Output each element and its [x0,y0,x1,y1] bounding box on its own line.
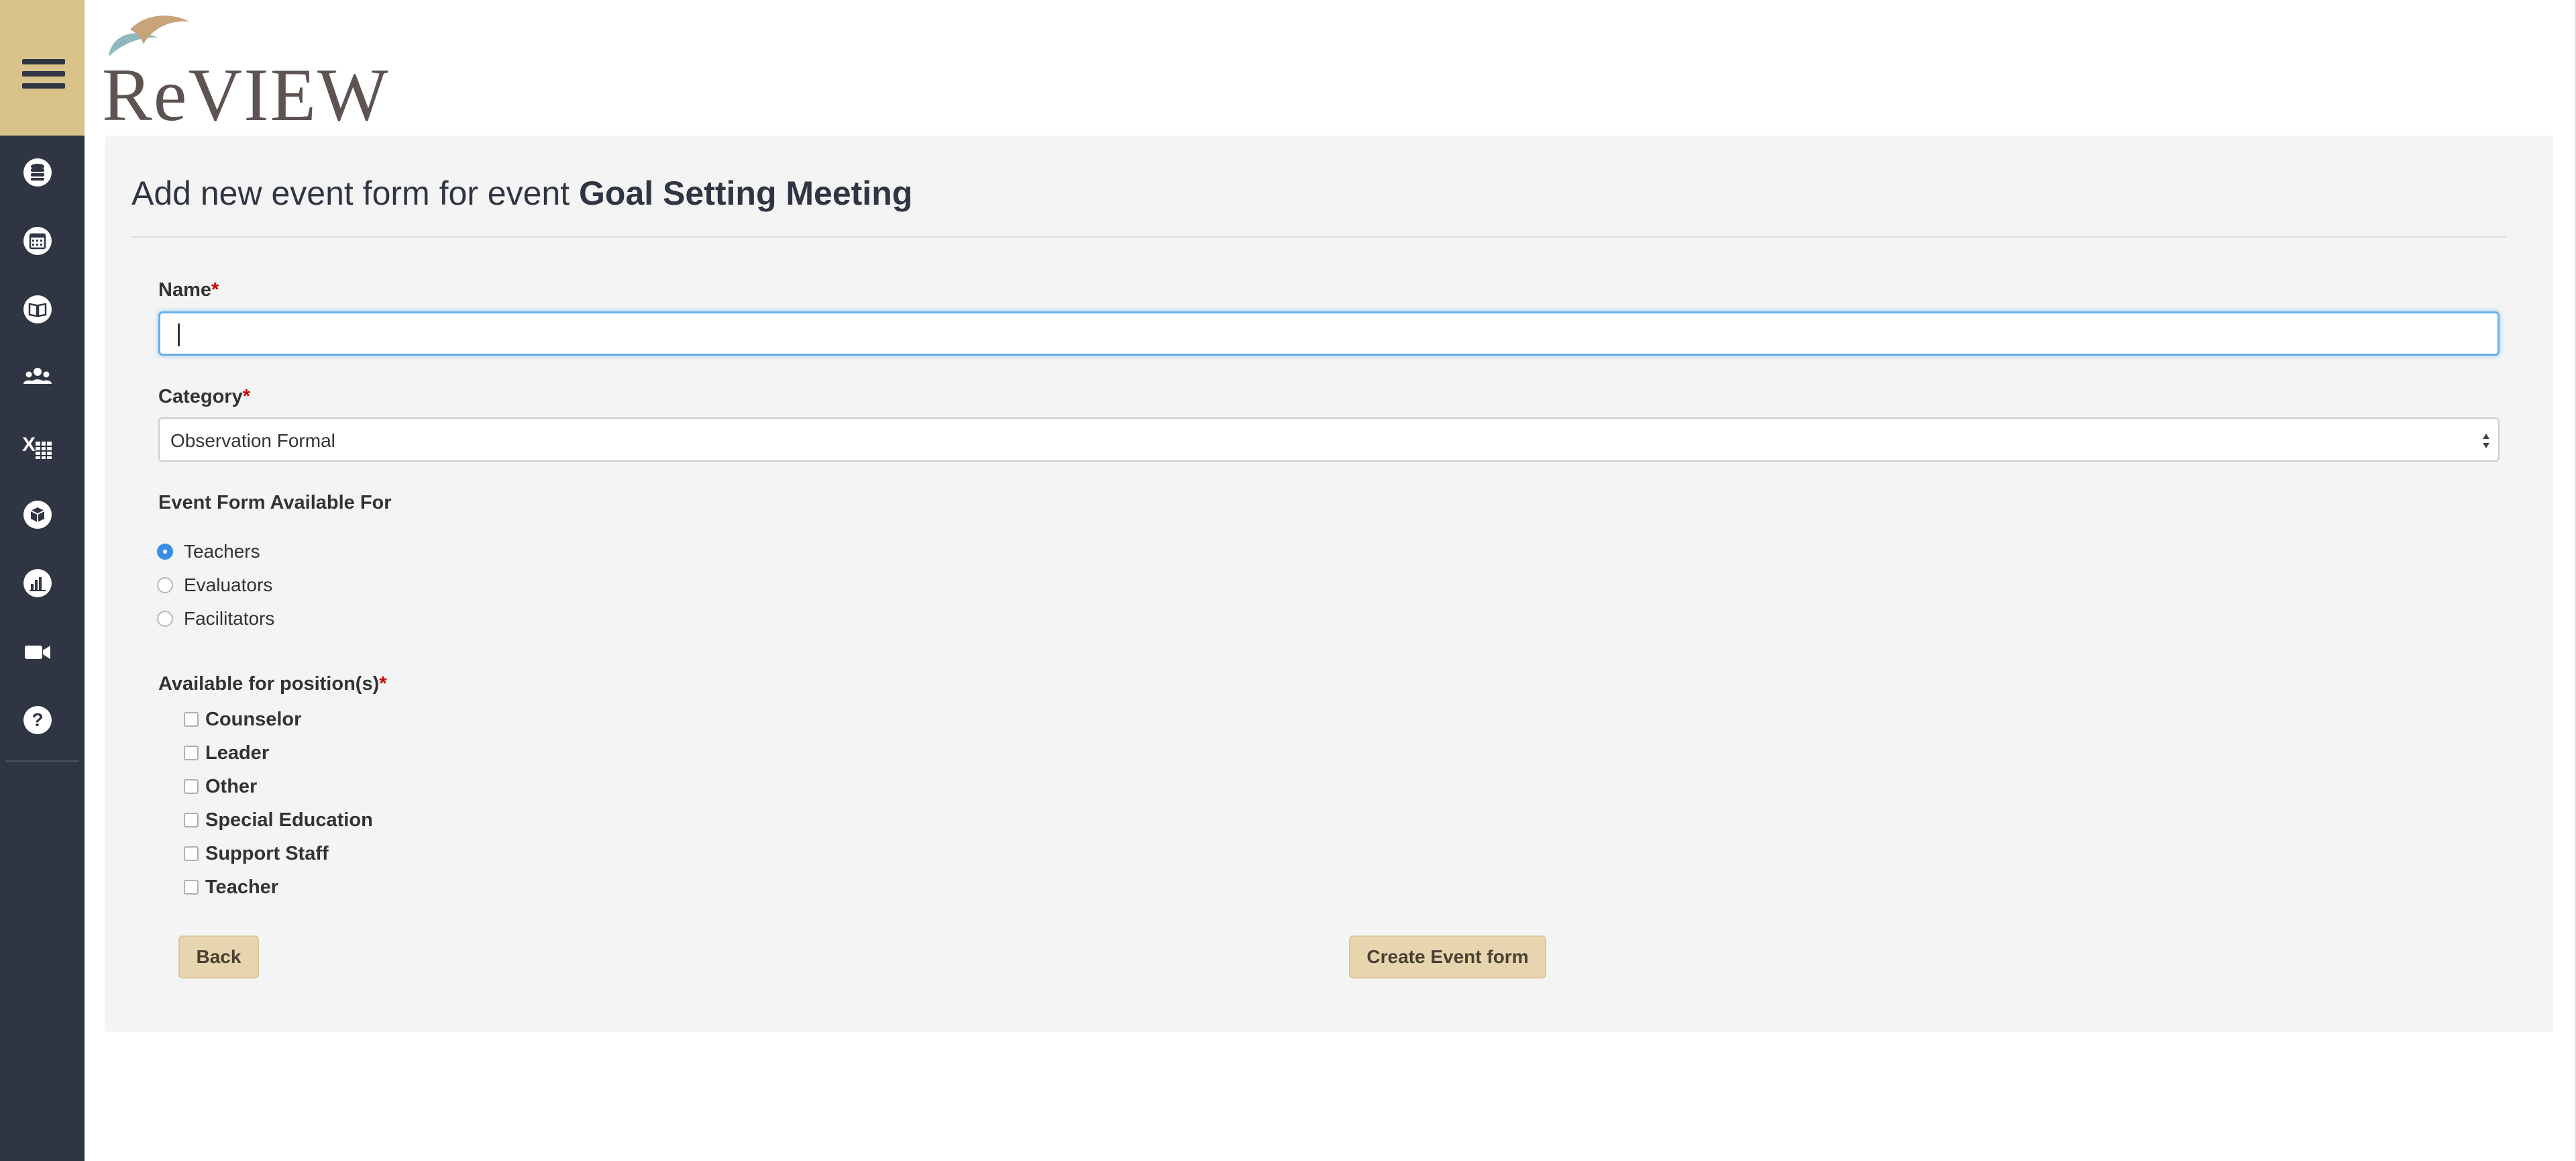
position-support-staff-label: Support Staff [205,843,329,864]
page-title: Add new event form for event Goal Settin… [131,173,912,213]
bar-chart-icon[interactable] [22,568,53,599]
form-panel: Add new event form for event Goal Settin… [105,136,2553,1032]
title-divider [131,236,2506,238]
category-label: Category* [158,386,250,407]
positions-label: Available for position(s)* [158,673,387,695]
radio-evaluators-label: Evaluators [184,574,273,595]
radio-facilitators-control[interactable] [157,611,173,627]
position-other-checkbox[interactable] [184,779,199,794]
svg-text:X: X [22,434,36,456]
position-counselor-label: Counselor [205,709,302,730]
spreadsheet-icon[interactable]: X [22,431,53,462]
app-logo[interactable]: ReVIEW [102,9,388,133]
cube-icon[interactable] [22,499,53,530]
database-icon[interactable] [22,157,53,188]
video-camera-icon[interactable] [22,636,53,667]
category-select[interactable]: Observation Formal [158,417,2500,462]
radio-facilitators-label: Facilitators [184,608,275,629]
position-leader-label: Leader [205,742,270,764]
calendar-icon[interactable] [22,225,53,256]
available-for-label: Event Form Available For [158,492,392,513]
menu-toggle-icon[interactable] [22,59,65,89]
position-other-label: Other [205,776,258,797]
position-teacher-checkbox[interactable] [184,880,199,895]
page-title-event-name: Goal Setting Meeting [579,174,913,212]
select-arrows-icon [2483,434,2489,448]
radio-evaluators-control[interactable] [157,577,173,593]
logo-text: ReVIEW [102,54,390,137]
name-input[interactable] [158,311,2500,356]
help-icon[interactable]: ? [22,705,53,736]
radio-teachers-control[interactable] [157,544,173,560]
svg-text:?: ? [32,709,43,730]
sidebar: X ? [0,0,85,1161]
position-leader-checkbox[interactable] [184,746,199,760]
position-special-education-checkbox[interactable] [184,813,199,827]
position-special-education-label: Special Education [205,809,373,831]
radio-teachers-label: Teachers [184,541,260,562]
position-teacher-label: Teacher [205,876,279,898]
back-button[interactable]: Back [178,936,259,978]
create-event-form-button[interactable]: Create Event form [1349,936,1546,978]
text-caret [178,323,180,346]
sidebar-header [0,0,85,136]
name-label: Name* [158,279,219,301]
position-support-staff-checkbox[interactable] [184,846,199,861]
position-counselor-checkbox[interactable] [184,712,199,727]
book-icon[interactable] [22,294,53,325]
users-icon[interactable] [22,362,53,393]
sidebar-divider [5,760,79,762]
page-title-prefix: Add new event form for event [131,174,570,212]
category-selected-value: Observation Formal [170,430,335,451]
